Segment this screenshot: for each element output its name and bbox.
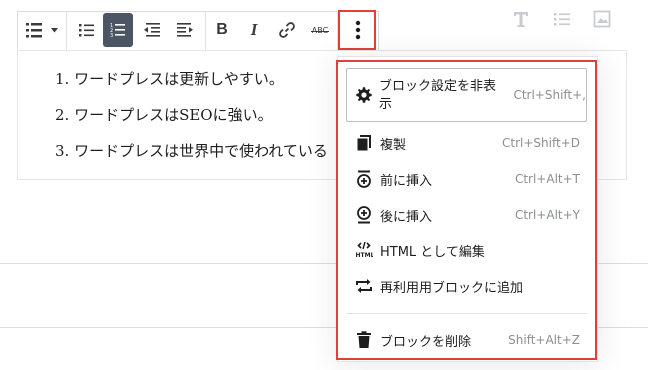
list-item[interactable]: 2. ワードプレスはSEOに強い。	[55, 104, 328, 140]
toolbar-divider	[66, 11, 67, 51]
link-button[interactable]	[273, 13, 301, 47]
heading-icon[interactable]	[512, 10, 530, 28]
image-icon[interactable]	[593, 10, 611, 28]
numbered-list-icon: 1 2 3	[110, 22, 126, 38]
strikethrough-icon: ABC	[310, 26, 330, 35]
link-icon	[278, 21, 296, 39]
indent-button[interactable]	[170, 13, 200, 47]
svg-text:3: 3	[110, 33, 113, 38]
italic-icon: I	[250, 20, 258, 39]
bold-button[interactable]: B	[208, 13, 236, 47]
outdent-icon	[143, 22, 161, 38]
strikethrough-button[interactable]: ABC	[305, 13, 335, 47]
outdent-button[interactable]	[137, 13, 167, 47]
list-item[interactable]: 3. ワードプレスは世界中で使われている	[55, 140, 328, 176]
list-icon[interactable]	[553, 10, 571, 28]
ordered-list[interactable]: 1. ワードプレスは更新しやすい。 2. ワードプレスはSEOに強い。 3. ワ…	[55, 68, 328, 176]
toolbar-highlight-box	[338, 10, 376, 50]
indent-icon	[176, 22, 194, 38]
italic-button[interactable]: I	[240, 13, 268, 47]
bulleted-list-button[interactable]	[72, 13, 102, 47]
numbered-list-button[interactable]: 1 2 3	[103, 13, 133, 47]
list-item[interactable]: 1. ワードプレスは更新しやすい。	[55, 68, 328, 104]
chevron-down-icon	[51, 27, 58, 33]
bold-icon: B	[216, 21, 228, 38]
toolbar-divider	[205, 11, 206, 51]
bulleted-list-icon	[79, 23, 95, 37]
menu-highlight-box	[336, 60, 597, 360]
list-format-button[interactable]	[22, 13, 62, 47]
list-icon	[26, 22, 48, 38]
